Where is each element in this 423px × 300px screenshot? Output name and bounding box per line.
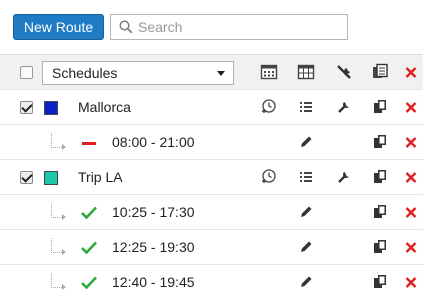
active-check-icon xyxy=(80,240,98,259)
route-row[interactable]: 12:40 - 19:45 xyxy=(0,265,423,300)
route-time: 12:25 - 19:30 xyxy=(112,239,195,255)
delete-all-icon[interactable] xyxy=(404,63,422,81)
group-row-mallorca[interactable]: Mallorca xyxy=(0,90,423,125)
tree-branch-icon xyxy=(51,203,66,220)
copy-icon[interactable] xyxy=(371,238,389,256)
delete-icon[interactable] xyxy=(404,98,422,116)
group-row-trip-la[interactable]: Trip LA xyxy=(0,160,423,195)
copy-icon[interactable] xyxy=(371,203,389,221)
active-check-icon xyxy=(80,275,98,294)
table-icon[interactable] xyxy=(297,63,315,81)
active-check-icon xyxy=(80,205,98,224)
tree-branch-icon xyxy=(51,273,66,290)
chevron-down-icon xyxy=(217,71,225,76)
group-color-swatch[interactable] xyxy=(44,101,58,115)
route-row[interactable]: 12:25 - 19:30 xyxy=(0,230,423,265)
search-box[interactable] xyxy=(110,14,348,40)
tools-icon[interactable] xyxy=(335,63,353,81)
group-checkbox[interactable] xyxy=(20,101,33,114)
tree-branch-icon xyxy=(51,133,66,150)
delete-icon[interactable] xyxy=(404,133,422,151)
delete-icon[interactable] xyxy=(404,168,422,186)
calendar-grid-icon[interactable] xyxy=(260,63,278,81)
edit-pencil-icon[interactable] xyxy=(297,133,315,151)
inactive-dash-icon xyxy=(80,135,98,154)
list-icon[interactable] xyxy=(297,98,315,116)
schedules-header-row: Schedules xyxy=(0,54,423,90)
edit-pencil-icon[interactable] xyxy=(297,273,315,291)
tree-branch-icon xyxy=(51,238,66,255)
route-time: 10:25 - 17:30 xyxy=(112,204,195,220)
wrench-icon[interactable] xyxy=(335,168,353,186)
route-time: 12:40 - 19:45 xyxy=(112,274,195,290)
copy-icon[interactable] xyxy=(371,133,389,151)
delete-icon[interactable] xyxy=(404,238,422,256)
view-select[interactable]: Schedules xyxy=(42,61,234,85)
search-input[interactable] xyxy=(138,17,338,37)
route-time: 08:00 - 21:00 xyxy=(112,134,195,150)
search-icon xyxy=(119,20,133,34)
copy-icon[interactable] xyxy=(371,98,389,116)
wrench-icon[interactable] xyxy=(335,98,353,116)
new-route-button[interactable]: New Route xyxy=(13,14,104,40)
add-schedule-icon[interactable] xyxy=(260,98,278,116)
delete-icon[interactable] xyxy=(404,273,422,291)
group-color-swatch[interactable] xyxy=(44,171,58,185)
route-row[interactable]: 10:25 - 17:30 xyxy=(0,195,423,230)
view-select-value: Schedules xyxy=(52,65,118,81)
edit-pencil-icon[interactable] xyxy=(297,238,315,256)
copy-icon[interactable] xyxy=(371,273,389,291)
add-schedule-icon[interactable] xyxy=(260,168,278,186)
copy-list-icon[interactable] xyxy=(371,63,389,81)
delete-icon[interactable] xyxy=(404,203,422,221)
list-icon[interactable] xyxy=(297,168,315,186)
route-row[interactable]: 08:00 - 21:00 xyxy=(0,125,423,160)
copy-icon[interactable] xyxy=(371,168,389,186)
toolbar: New Route xyxy=(0,0,423,50)
edit-pencil-icon[interactable] xyxy=(297,203,315,221)
group-name: Trip LA xyxy=(78,169,123,185)
group-checkbox[interactable] xyxy=(20,171,33,184)
group-name: Mallorca xyxy=(78,99,131,115)
select-all-checkbox[interactable] xyxy=(20,66,33,79)
